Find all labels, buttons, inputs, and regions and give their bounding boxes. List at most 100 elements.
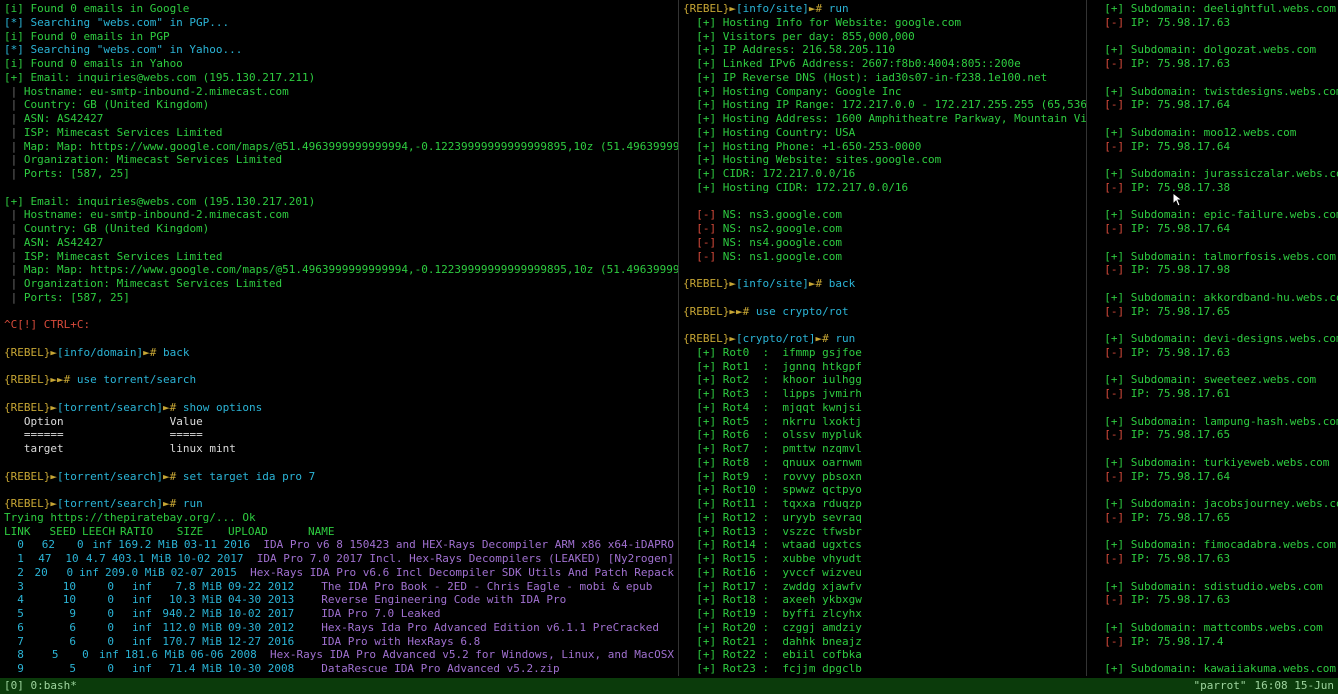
ip-line: [-] IP: 75.98.17.63 bbox=[1091, 552, 1334, 566]
hosting-line: [+] Hosting Website: sites.google.com bbox=[683, 153, 1082, 167]
hosting-line: [+] IP Address: 216.58.205.110 bbox=[683, 43, 1082, 57]
email-detail: | Country: GB (United Kingdom) bbox=[4, 98, 674, 112]
recon-line: [i] Found 0 emails in Yahoo bbox=[4, 57, 674, 71]
subdomain-line: [+] Subdomain: deelightful.webs.com bbox=[1091, 2, 1334, 16]
prompt-line[interactable]: {REBEL}►[torrent/search]►# set target id… bbox=[4, 470, 674, 484]
hosting-line: [+] Linked IPv6 Address: 2607:f8b0:4004:… bbox=[683, 57, 1082, 71]
recon-line: [i] Found 0 emails in PGP bbox=[4, 30, 674, 44]
rot-line: [+] Rot19 : byffi zlcyhx bbox=[683, 607, 1082, 621]
hosting-line: [+] Hosting Country: USA bbox=[683, 126, 1082, 140]
torrent-row[interactable]: 950inf71.4 MiB10-30 2008 DataRescue IDA … bbox=[4, 662, 674, 676]
subdomain-line: [+] Subdomain: devi-designs.webs.com bbox=[1091, 332, 1334, 346]
rot-line: [+] Rot13 : vszzc tfwsbr bbox=[683, 525, 1082, 539]
subdomain-line: [+] Subdomain: akkordband-hu.webs.com bbox=[1091, 291, 1334, 305]
subdomain-line: [+] Subdomain: sdistudio.webs.com bbox=[1091, 580, 1334, 594]
prompt-line[interactable]: {REBEL}►►# use crypto/rot bbox=[683, 305, 1082, 319]
ip-line: [-] IP: 75.98.17.63 bbox=[1091, 16, 1334, 30]
rot-line: [+] Rot1 : jgnnq htkgpf bbox=[683, 360, 1082, 374]
rot-line: [+] Rot16 : yvccf wizveu bbox=[683, 566, 1082, 580]
ns-line: [-] NS: ns3.google.com bbox=[683, 208, 1082, 222]
options-header: Option Value bbox=[4, 415, 674, 429]
torrent-header: LINK SEED LEECH RATIO SIZE UPLOAD NAME bbox=[4, 525, 674, 539]
pane-left[interactable]: [i] Found 0 emails in Google [*] Searchin… bbox=[0, 0, 678, 676]
ip-line: [-] IP: 75.98.17.63 bbox=[1091, 57, 1334, 71]
subdomain-line: [+] Subdomain: epic-failure.webs.com bbox=[1091, 208, 1334, 222]
rot-line: [+] Rot4 : mjqqt kwnjsi bbox=[683, 401, 1082, 415]
hosting-line: [+] Hosting CIDR: 172.217.0.0/16 bbox=[683, 181, 1082, 195]
torrent-row[interactable]: 0620inf169.2 MiB03-11 2016 IDA Pro v6 8 … bbox=[4, 538, 674, 552]
subdomain-line: [+] Subdomain: twistdesigns.webs.com bbox=[1091, 85, 1334, 99]
subdomain-line: [+] Subdomain: moo12.webs.com bbox=[1091, 126, 1334, 140]
status-left: [0] 0:bash* bbox=[4, 679, 77, 693]
rot-line: [+] Rot3 : lipps jvmirh bbox=[683, 387, 1082, 401]
torrent-row[interactable]: 850inf181.6 MiB06-06 2008 Hex-Rays IDA P… bbox=[4, 648, 674, 662]
recon-line: [i] Found 0 emails in Google bbox=[4, 2, 674, 16]
options-sep: ====== ===== bbox=[4, 428, 674, 442]
prompt-line[interactable]: {REBEL}►[info/site]►# run bbox=[683, 2, 1082, 16]
tmux-statusbar[interactable]: [0] 0:bash* "parrot" 16:08 15-Jun bbox=[0, 678, 1338, 694]
subdomain-line: [+] Subdomain: kawaiiakuma.webs.com bbox=[1091, 662, 1334, 676]
rot-line: [+] Rot7 : pmttw nzqmvl bbox=[683, 442, 1082, 456]
torrent-row[interactable]: 660inf112.0 MiB09-30 2012 Hex-Rays Ida P… bbox=[4, 621, 674, 635]
hosting-line: [+] Hosting Info for Website: google.com bbox=[683, 16, 1082, 30]
email-detail: | Ports: [587, 25] bbox=[4, 167, 674, 181]
hosting-line: [+] Visitors per day: 855,000,000 bbox=[683, 30, 1082, 44]
ip-line: [-] IP: 75.98.17.64 bbox=[1091, 98, 1334, 112]
prompt-line[interactable]: {REBEL}►[torrent/search]►# show options bbox=[4, 401, 674, 415]
rot-line: [+] Rot5 : nkrru lxoktj bbox=[683, 415, 1082, 429]
ip-line: [-] IP: 75.98.17.65 bbox=[1091, 305, 1334, 319]
subdomain-line: [+] Subdomain: jacobsjourney.webs.com bbox=[1091, 497, 1334, 511]
ip-line: [-] IP: 75.98.17.64 bbox=[1091, 140, 1334, 154]
ip-line: [-] IP: 75.98.17.63 bbox=[1091, 593, 1334, 607]
rot-line: [+] Rot23 : fcjjm dpgclb bbox=[683, 662, 1082, 676]
hosting-line: [+] IP Reverse DNS (Host): iad30s07-in-f… bbox=[683, 71, 1082, 85]
prompt-line[interactable]: {REBEL}►[crypto/rot]►# run bbox=[683, 332, 1082, 346]
torrent-row[interactable]: 3100inf7.8 MiB09-22 2012 The IDA Pro Boo… bbox=[4, 580, 674, 594]
hosting-line: [+] Hosting Company: Google Inc bbox=[683, 85, 1082, 99]
subdomain-line: [+] Subdomain: lampung-hash.webs.com bbox=[1091, 415, 1334, 429]
ip-line: [-] IP: 75.98.17.64 bbox=[1091, 222, 1334, 236]
torrent-row[interactable]: 2200inf209.0 MiB02-07 2015 Hex-Rays IDA … bbox=[4, 566, 674, 580]
pane-right[interactable]: [+] Subdomain: deelightful.webs.com [-] … bbox=[1086, 0, 1338, 676]
email-detail: | ISP: Mimecast Services Limited bbox=[4, 250, 674, 264]
rot-line: [+] Rot17 : zwddg xjawfv bbox=[683, 580, 1082, 594]
prompt-line[interactable]: {REBEL}►►# use torrent/search bbox=[4, 373, 674, 387]
subdomain-line: [+] Subdomain: talmorfosis.webs.com bbox=[1091, 250, 1334, 264]
status-host: "parrot" bbox=[1194, 679, 1247, 693]
rot-line: [+] Rot10 : spwwz qctpyo bbox=[683, 483, 1082, 497]
prompt-line[interactable]: {REBEL}►[info/site]►# back bbox=[683, 277, 1082, 291]
email-detail: | Organization: Mimecast Services Limite… bbox=[4, 277, 674, 291]
rot-line: [+] Rot15 : xubbe vhyudt bbox=[683, 552, 1082, 566]
ip-line: [-] IP: 75.98.17.38 bbox=[1091, 181, 1334, 195]
email-detail: | ISP: Mimecast Services Limited bbox=[4, 126, 674, 140]
pane-middle[interactable]: {REBEL}►[info/site]►# run [+] Hosting In… bbox=[678, 0, 1086, 676]
ip-line: [-] IP: 75.98.17.65 bbox=[1091, 511, 1334, 525]
hosting-line: [+] Hosting Address: 1600 Amphitheatre P… bbox=[683, 112, 1082, 126]
prompt-line[interactable]: {REBEL}►[info/domain]►# back bbox=[4, 346, 674, 360]
subdomain-line: [+] Subdomain: dolgozat.webs.com bbox=[1091, 43, 1334, 57]
subdomain-line: [+] Subdomain: mattcombs.webs.com bbox=[1091, 621, 1334, 635]
torrent-row[interactable]: 590inf940.2 MiB10-02 2017 IDA Pro 7.0 Le… bbox=[4, 607, 674, 621]
recon-line: [*] Searching "webs.com" in Yahoo... bbox=[4, 43, 674, 57]
subdomain-line: [+] Subdomain: fimocadabra.webs.com bbox=[1091, 538, 1334, 552]
ip-line: [-] IP: 75.98.17.64 bbox=[1091, 470, 1334, 484]
rot-line: [+] Rot8 : qnuux oarnwm bbox=[683, 456, 1082, 470]
subdomain-line: [+] Subdomain: turkiyeweb.webs.com bbox=[1091, 456, 1334, 470]
rot-line: [+] Rot22 : ebiil cofbka bbox=[683, 648, 1082, 662]
ip-line: [-] IP: 75.98.17.61 bbox=[1091, 387, 1334, 401]
ip-line: [-] IP: 75.98.17.63 bbox=[1091, 346, 1334, 360]
torrent-row[interactable]: 4100inf10.3 MiB04-30 2013 Reverse Engine… bbox=[4, 593, 674, 607]
torrent-row[interactable]: 147104.7403.1 MiB10-02 2017 IDA Pro 7.0 … bbox=[4, 552, 674, 566]
trying-line: Trying https://thepiratebay.org/... Ok bbox=[4, 511, 674, 525]
email-header: [+] Email: inquiries@webs.com (195.130.2… bbox=[4, 71, 674, 85]
rot-line: [+] Rot18 : axeeh ykbxgw bbox=[683, 593, 1082, 607]
torrent-row[interactable]: 760inf170.7 MiB12-27 2016 IDA Pro with H… bbox=[4, 635, 674, 649]
ns-line: [-] NS: ns1.google.com bbox=[683, 250, 1082, 264]
rot-line: [+] Rot6 : olssv mypluk bbox=[683, 428, 1082, 442]
email-header: [+] Email: inquiries@webs.com (195.130.2… bbox=[4, 195, 674, 209]
email-detail: | Map: Map: https://www.google.com/maps/… bbox=[4, 140, 674, 154]
prompt-line[interactable]: {REBEL}►[torrent/search]►# run bbox=[4, 497, 674, 511]
subdomain-line: [+] Subdomain: sweeteez.webs.com bbox=[1091, 373, 1334, 387]
hosting-line: [+] CIDR: 172.217.0.0/16 bbox=[683, 167, 1082, 181]
email-detail: | ASN: AS42427 bbox=[4, 112, 674, 126]
